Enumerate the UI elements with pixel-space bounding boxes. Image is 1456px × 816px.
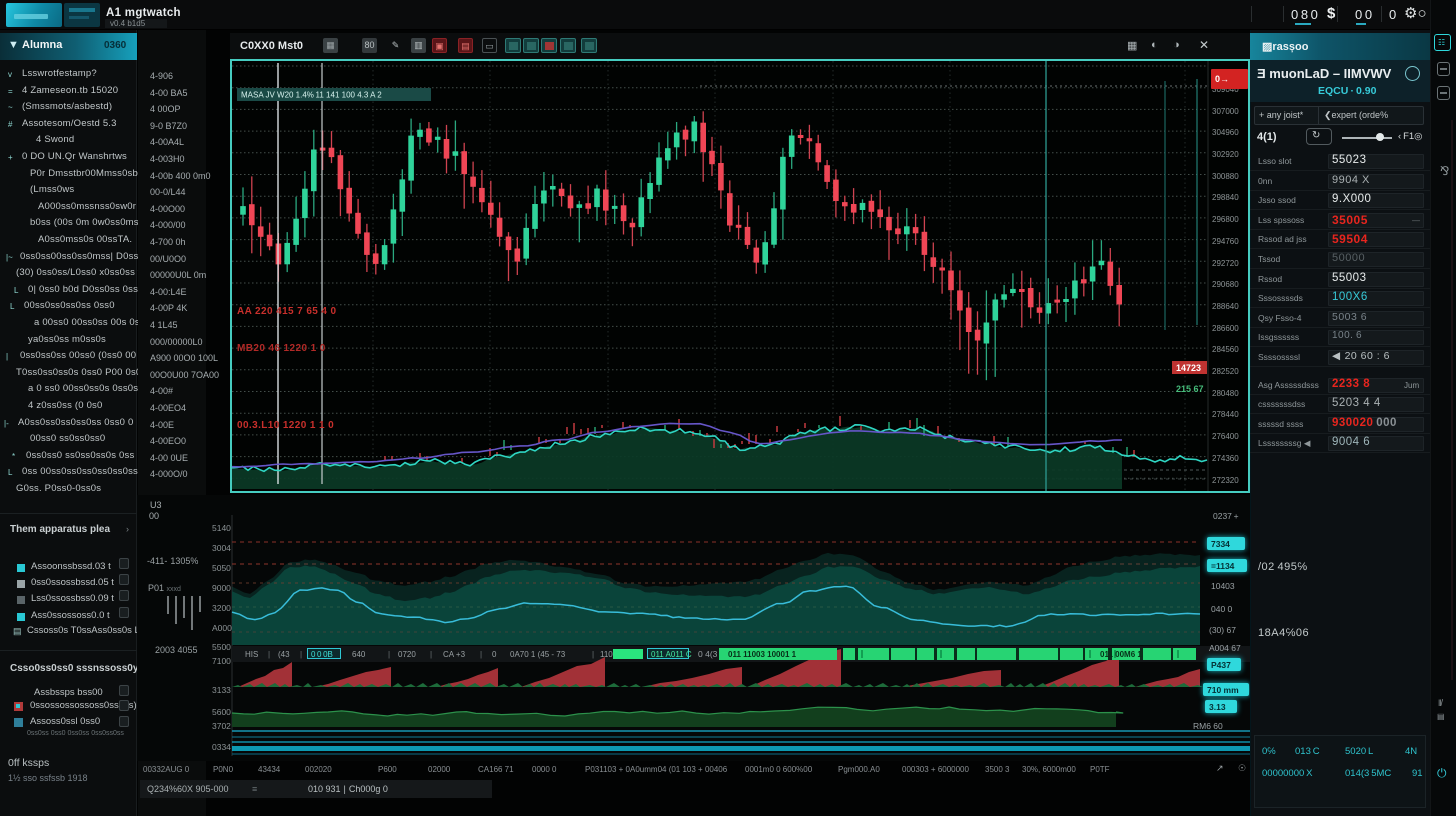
svg-text:278440: 278440 xyxy=(1212,410,1239,419)
svg-text:MASA JV W20 1.4% 11 141 100 4.: MASA JV W20 1.4% 11 141 100 4.3 A 2 xyxy=(241,91,382,100)
svg-text:276400: 276400 xyxy=(1212,432,1239,441)
svg-text:298840: 298840 xyxy=(1212,193,1239,202)
svg-text:292720: 292720 xyxy=(1212,259,1239,268)
svg-text:272320: 272320 xyxy=(1212,476,1239,485)
svg-text:304960: 304960 xyxy=(1212,128,1239,137)
svg-text:288640: 288640 xyxy=(1212,302,1239,311)
svg-text:290680: 290680 xyxy=(1212,280,1239,289)
svg-text:280480: 280480 xyxy=(1212,389,1239,398)
svg-text:274360: 274360 xyxy=(1212,454,1239,463)
svg-text:282520: 282520 xyxy=(1212,367,1239,376)
svg-text:302920: 302920 xyxy=(1212,150,1239,159)
svg-text:294760: 294760 xyxy=(1212,237,1239,246)
svg-text:286600: 286600 xyxy=(1212,324,1239,333)
svg-text:284560: 284560 xyxy=(1212,345,1239,354)
svg-text:296800: 296800 xyxy=(1212,215,1239,224)
svg-text:300880: 300880 xyxy=(1212,172,1239,181)
svg-text:307000: 307000 xyxy=(1212,107,1239,116)
